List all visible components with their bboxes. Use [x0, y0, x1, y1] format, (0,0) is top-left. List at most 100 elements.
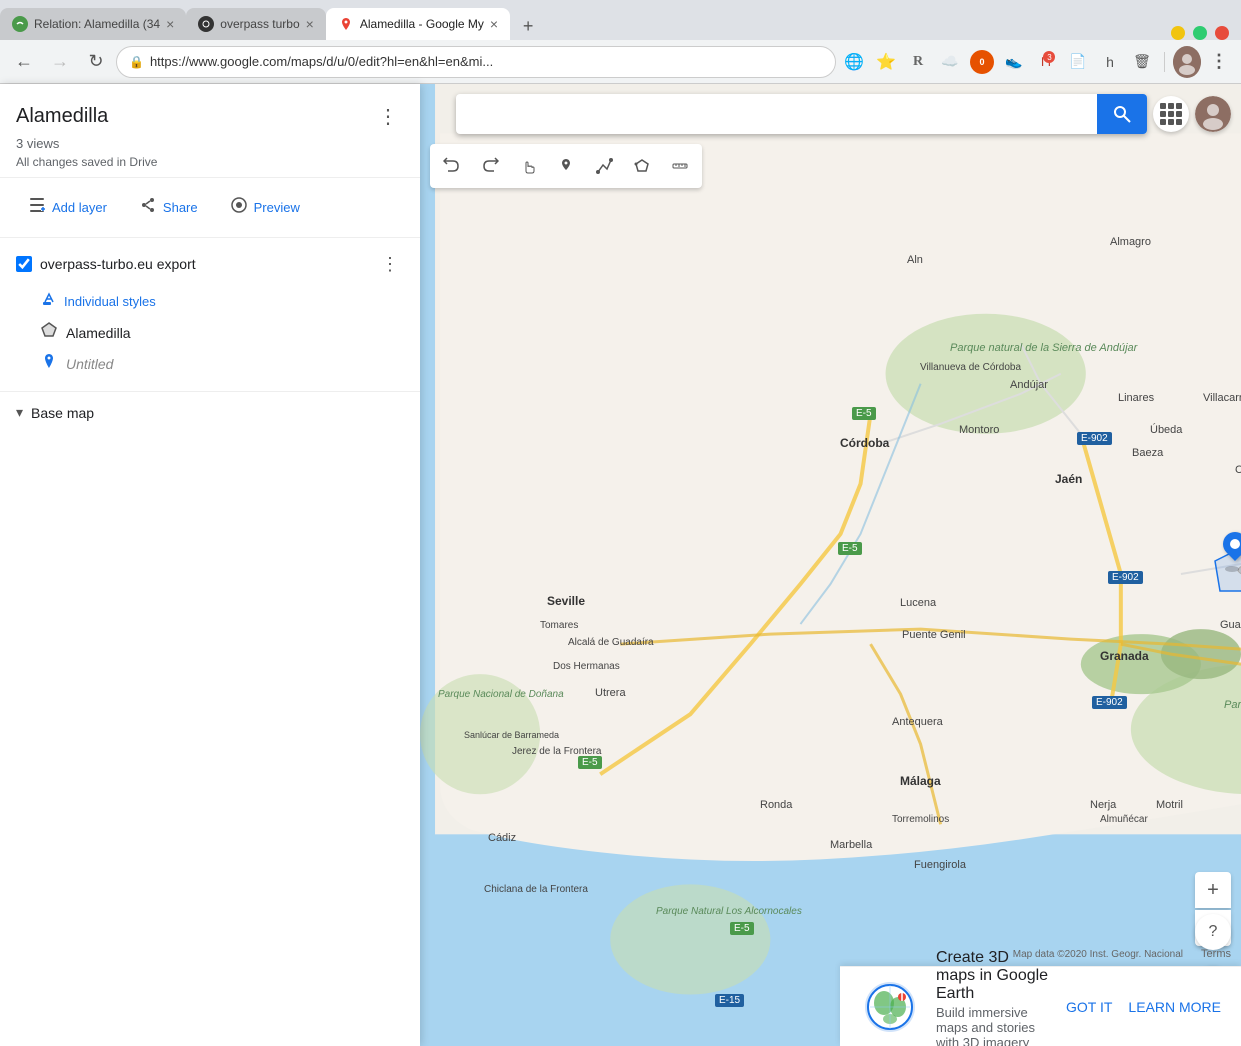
- add-layer-button[interactable]: Add layer: [16, 190, 119, 225]
- extension-icon-h[interactable]: h: [1096, 48, 1124, 76]
- pan-button[interactable]: [510, 148, 546, 184]
- layer-name-row: overpass-turbo.eu export: [16, 256, 196, 272]
- window-close[interactable]: [1215, 26, 1229, 40]
- share-label: Share: [163, 200, 198, 215]
- got-it-button[interactable]: GOT IT: [1066, 999, 1112, 1015]
- tab-title-osm: Relation: Alamedilla (34: [34, 17, 160, 31]
- back-button[interactable]: ←: [8, 46, 40, 78]
- share-button[interactable]: Share: [127, 190, 210, 225]
- notification-actions: GOT IT LEARN MORE: [1066, 999, 1221, 1015]
- window-minimize[interactable]: [1171, 26, 1185, 40]
- map-pin[interactable]: [1220, 532, 1241, 572]
- address-text: https://www.google.com/maps/d/u/0/edit?h…: [150, 54, 493, 69]
- layer-name: overpass-turbo.eu export: [40, 256, 196, 272]
- city-aln: Aln: [907, 254, 923, 266]
- preview-button[interactable]: Preview: [218, 190, 312, 225]
- park-alcornocales: Parque Natural Los Alcornocales: [656, 906, 746, 917]
- tab-maps[interactable]: Alamedilla - Google My ×: [326, 8, 510, 40]
- highway-e5-1: E-5: [852, 407, 876, 420]
- city-alcala-guadaira: Alcalá de Guadaíra: [568, 637, 623, 648]
- profile-button[interactable]: [1173, 48, 1201, 76]
- layer-section: overpass-turbo.eu export ⋮ Individual st…: [0, 238, 420, 392]
- tab-close-osm[interactable]: ×: [166, 16, 174, 32]
- undo-icon: [443, 157, 461, 175]
- extension-icon-2[interactable]: ⭐: [872, 48, 900, 76]
- bottom-notification: Create 3D maps in Google Earth Build imm…: [840, 966, 1241, 1046]
- city-malaga: Málaga: [900, 774, 941, 788]
- zoom-in-button[interactable]: +: [1195, 872, 1231, 908]
- sidebar-title-row: Alamedilla ⋮: [16, 100, 404, 132]
- undo-button[interactable]: [434, 148, 470, 184]
- city-nerja: Nerja: [1090, 799, 1116, 811]
- extension-badge-3[interactable]: ⊓ 3: [1032, 48, 1060, 76]
- base-map-row[interactable]: ▾ Base map: [16, 404, 404, 421]
- highway-e902-3: E-902: [1092, 696, 1127, 709]
- window-maximize[interactable]: [1193, 26, 1207, 40]
- city-baeza: Baeza: [1132, 447, 1163, 459]
- layer-item-alamedilla-name: Alamedilla: [66, 325, 131, 341]
- tab-title-maps: Alamedilla - Google My: [360, 17, 484, 31]
- extension-icon-cloud[interactable]: ☁️: [936, 48, 964, 76]
- redo-button[interactable]: [472, 148, 508, 184]
- city-villacarrillo: Villacarrillo: [1203, 392, 1241, 404]
- measure-button[interactable]: [662, 148, 698, 184]
- address-bar[interactable]: 🔒 https://www.google.com/maps/d/u/0/edit…: [116, 46, 836, 78]
- extension-icon-shoe[interactable]: 👟: [1000, 48, 1028, 76]
- map-search-bar: [456, 94, 1147, 134]
- browser-window: Relation: Alamedilla (34 × overpass turb…: [0, 0, 1241, 84]
- tab-favicon-osm: [12, 16, 28, 32]
- badge-0: 0: [970, 50, 994, 74]
- draw-line-button[interactable]: [586, 148, 622, 184]
- map-canvas: Seville Málaga Granada Jaén Córdoba Alme…: [420, 84, 1241, 1046]
- city-tomares: Tomares: [540, 620, 578, 631]
- map-title: Alamedilla: [16, 105, 108, 128]
- tab-osm[interactable]: Relation: Alamedilla (34 ×: [0, 8, 186, 40]
- map-search-button[interactable]: [1097, 94, 1147, 134]
- tab-close-overpass[interactable]: ×: [306, 16, 314, 32]
- map-avatar: [1195, 96, 1231, 132]
- forward-button[interactable]: →: [44, 46, 76, 78]
- add-point-button[interactable]: [548, 148, 584, 184]
- layer-style-button[interactable]: Individual styles: [16, 286, 404, 317]
- new-tab-button[interactable]: +: [514, 12, 542, 40]
- sidebar-actions: Add layer Share Preview: [0, 178, 420, 238]
- map-tool-row: [430, 144, 702, 188]
- apps-button[interactable]: [1153, 96, 1189, 132]
- tab-title-overpass: overpass turbo: [220, 17, 299, 31]
- sidebar-header: Alamedilla ⋮ 3 views All changes saved i…: [0, 84, 420, 178]
- layer-checkbox[interactable]: [16, 256, 32, 272]
- map-profile-button[interactable]: [1195, 96, 1231, 132]
- extension-icon-doc[interactable]: 📄: [1064, 48, 1092, 76]
- refresh-button[interactable]: ↻: [80, 46, 112, 78]
- extension-icon-trash[interactable]: 🗑: [1128, 48, 1156, 76]
- city-torremolinos: Torremolinos: [892, 814, 949, 825]
- extension-icon-1[interactable]: 🌐: [840, 48, 868, 76]
- tab-overpass[interactable]: overpass turbo ×: [186, 8, 326, 40]
- collapse-icon: ▾: [16, 404, 23, 421]
- terms-link[interactable]: Terms: [1201, 948, 1231, 960]
- layer-menu-button[interactable]: ⋮: [376, 250, 404, 278]
- menu-button[interactable]: ⋮: [1205, 48, 1233, 76]
- learn-more-button[interactable]: LEARN MORE: [1128, 999, 1221, 1015]
- map-search-input[interactable]: [456, 106, 1097, 122]
- redo-icon: [481, 157, 499, 175]
- park-sierra-nevada: Parque Nacional de Sierra Nevada: [1224, 699, 1241, 711]
- layer-item-untitled[interactable]: Untitled: [16, 348, 404, 379]
- extension-icon-r[interactable]: R: [904, 48, 932, 76]
- add-point-icon: [557, 157, 575, 175]
- extension-badge-0[interactable]: 0: [968, 48, 996, 76]
- sidebar-menu-button[interactable]: ⋮: [372, 100, 404, 132]
- preview-label: Preview: [254, 200, 300, 215]
- sidebar-views: 3 views: [16, 136, 404, 151]
- tab-close-maps[interactable]: ×: [490, 16, 498, 32]
- city-almagro: Almagro: [1110, 236, 1151, 248]
- draw-shape-button[interactable]: [624, 148, 660, 184]
- city-lucena: Lucena: [900, 597, 936, 609]
- help-button[interactable]: ?: [1195, 914, 1231, 950]
- profile-avatar: [1173, 46, 1201, 78]
- lock-icon: 🔒: [129, 55, 144, 69]
- layer-item-alamedilla[interactable]: Alamedilla: [16, 317, 404, 348]
- sidebar-saved-status: All changes saved in Drive: [16, 155, 404, 169]
- browser-toolbar: ← → ↻ 🔒 https://www.google.com/maps/d/u/…: [0, 40, 1241, 84]
- city-seville: Seville: [547, 594, 585, 608]
